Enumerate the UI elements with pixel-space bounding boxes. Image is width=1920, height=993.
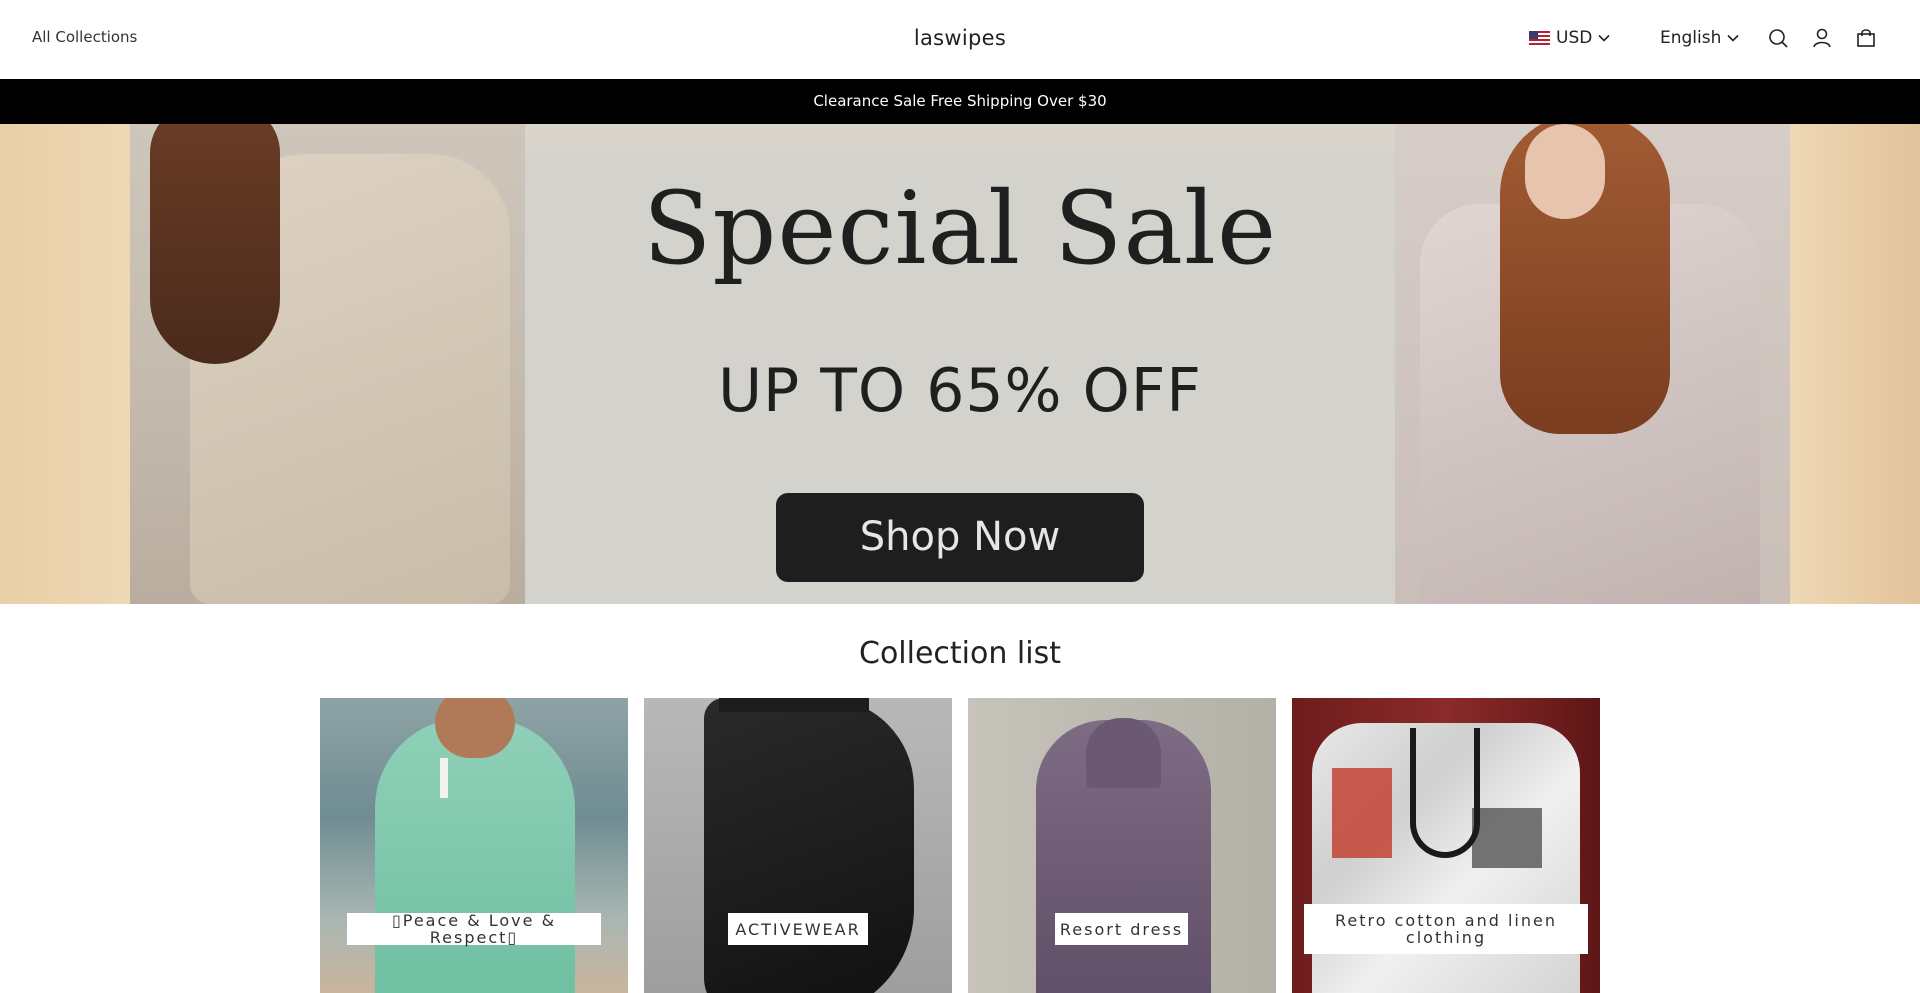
card-top-print-red bbox=[1332, 768, 1392, 858]
collection-card-label: Retro cotton and linen clothing bbox=[1304, 904, 1588, 954]
shop-now-button[interactable]: Shop Now bbox=[776, 493, 1144, 582]
brand-container: laswipes bbox=[0, 26, 1920, 50]
hero-backdrop-left bbox=[0, 124, 130, 604]
language-label: English bbox=[1660, 28, 1722, 48]
all-collections-link[interactable]: All Collections bbox=[32, 28, 137, 46]
chevron-down-icon bbox=[1598, 34, 1610, 42]
hero-subtitle: UP TO 65% OFF bbox=[718, 356, 1202, 426]
collection-card-peace-love-respect[interactable]: ▯Peace & Love & Respect▯ bbox=[320, 698, 628, 993]
chevron-down-icon bbox=[1727, 34, 1739, 42]
cart-button[interactable] bbox=[1855, 27, 1877, 49]
hero-model-hair bbox=[150, 124, 280, 364]
collection-card-retro-cotton-linen[interactable]: Retro cotton and linen clothing bbox=[1292, 698, 1600, 993]
collection-card-label: ▯Peace & Love & Respect▯ bbox=[347, 912, 601, 946]
currency-selector[interactable]: USD bbox=[1529, 28, 1610, 48]
search-button[interactable] bbox=[1767, 27, 1789, 49]
card-model-dress bbox=[375, 718, 575, 993]
currency-label: USD bbox=[1556, 28, 1593, 48]
card-hood bbox=[1086, 718, 1161, 788]
card-leggings bbox=[704, 698, 914, 993]
collection-card-label: ACTIVEWEAR bbox=[728, 913, 868, 945]
account-button[interactable] bbox=[1811, 27, 1833, 49]
hero-model-face bbox=[1525, 124, 1605, 219]
collection-list-title: Collection list bbox=[859, 636, 1061, 671]
collection-card-resort-dress[interactable]: Resort dress bbox=[968, 698, 1276, 993]
hero-banner[interactable]: Special Sale UP TO 65% OFF Shop Now bbox=[0, 124, 1920, 604]
hero-backdrop-right bbox=[1790, 124, 1920, 604]
language-selector[interactable]: English bbox=[1660, 28, 1739, 48]
brand-logo[interactable]: laswipes bbox=[914, 26, 1006, 50]
search-icon bbox=[1769, 29, 1788, 48]
hero-title: Special Sale bbox=[642, 170, 1278, 287]
us-flag-icon bbox=[1529, 31, 1550, 45]
card-necklace bbox=[1410, 728, 1480, 858]
collection-card-label: Resort dress bbox=[1055, 913, 1188, 945]
card-top-print-dark bbox=[1472, 808, 1542, 868]
card-waistband bbox=[719, 698, 869, 712]
account-icon bbox=[1813, 28, 1831, 48]
card-model-head bbox=[435, 698, 515, 758]
cart-icon bbox=[1857, 29, 1875, 47]
collection-card-activewear[interactable]: ACTIVEWEAR bbox=[644, 698, 952, 993]
site-header: All Collections laswipes USD English bbox=[0, 0, 1920, 79]
card-dress-pattern bbox=[440, 758, 448, 798]
announcement-bar: Clearance Sale Free Shipping Over $30 bbox=[0, 79, 1920, 124]
